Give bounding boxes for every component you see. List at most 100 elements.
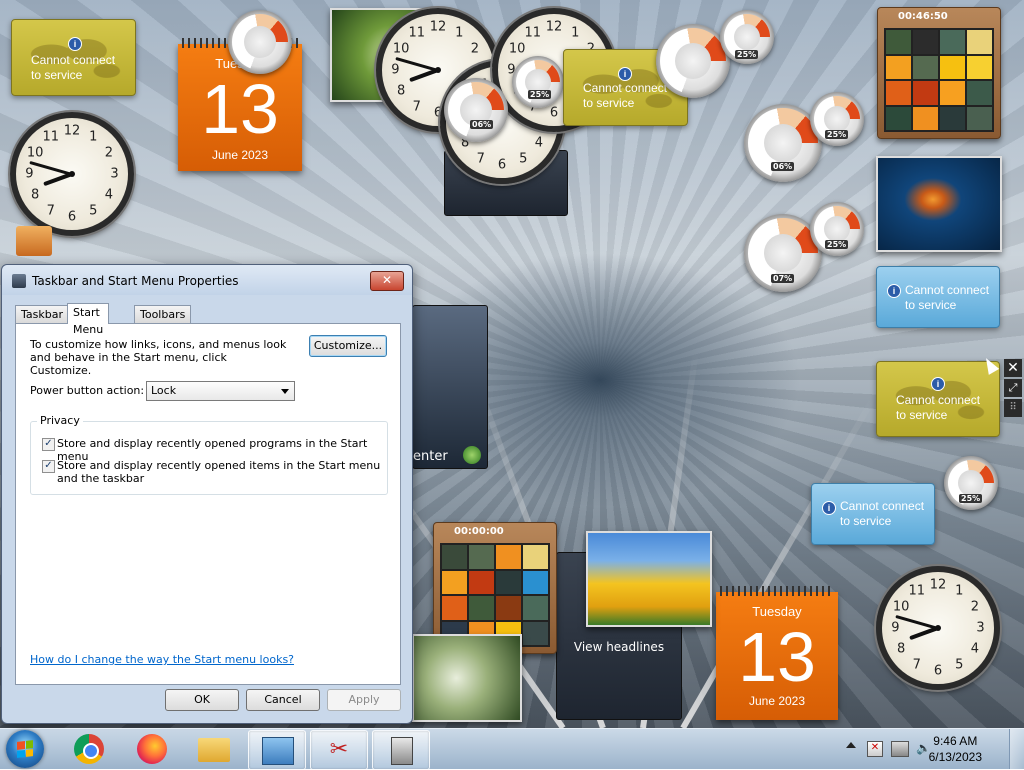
power-button-select[interactable]: Lock xyxy=(146,381,295,401)
windows-flag-icon xyxy=(17,740,33,758)
meter-core xyxy=(958,470,984,496)
taskbar-properties-window[interactable] xyxy=(372,730,430,770)
puzzle-grid[interactable] xyxy=(440,543,550,647)
gadget-close-icon[interactable]: ✕ xyxy=(1004,359,1022,377)
taskbar-properties-icon xyxy=(391,737,413,765)
meter-label: 25% xyxy=(825,240,849,249)
clock-numeral: 1 xyxy=(955,583,964,599)
clock-numeral: 11 xyxy=(408,25,425,41)
network-icon[interactable] xyxy=(891,741,909,757)
meter-core xyxy=(824,216,850,242)
info-icon: i xyxy=(931,377,945,391)
cannot-connect-gadget[interactable]: i Cannot connect to service xyxy=(11,19,136,96)
cannot-connect-gadget[interactable]: i Cannot connect to service xyxy=(876,266,1000,328)
control-panel-icon xyxy=(262,737,294,765)
clock-numeral: 7 xyxy=(476,151,485,167)
clock-numeral: 9 xyxy=(25,166,34,182)
clock-numeral: 2 xyxy=(104,145,113,161)
customize-button[interactable]: Customize... xyxy=(309,335,387,357)
ok-button[interactable]: OK xyxy=(165,689,239,711)
dialog-titlebar[interactable]: Taskbar and Start Menu Properties ✕ xyxy=(2,265,412,295)
cpu-meter-gadget[interactable]: 06% xyxy=(444,78,508,142)
meter-label: 06% xyxy=(771,162,795,171)
clock-numeral: 4 xyxy=(104,187,113,203)
clock-numeral: 8 xyxy=(397,83,406,99)
help-link[interactable]: How do I change the way the Start menu l… xyxy=(30,653,294,666)
taskbar: ✂ ✕ 🔈 9:46 AM 6/13/2023 xyxy=(0,728,1024,770)
folder-icon[interactable] xyxy=(16,226,52,256)
start-button[interactable] xyxy=(6,730,44,768)
picture-puzzle-gadget[interactable]: 00:46:50 xyxy=(877,7,1001,139)
dialog-title: Taskbar and Start Menu Properties xyxy=(32,274,239,288)
tray-time: 9:46 AM xyxy=(933,734,978,748)
slideshow-photo[interactable] xyxy=(876,156,1002,252)
clock-numeral: 7 xyxy=(412,99,421,115)
taskbar-snipping-tool[interactable]: ✂ xyxy=(310,730,368,770)
calendar-month-year: June 2023 xyxy=(748,694,806,708)
scissors-icon: ✂ xyxy=(329,737,349,762)
tab-start-menu[interactable]: Start Menu xyxy=(67,303,110,336)
action-center-flag-icon[interactable]: ✕ xyxy=(867,741,883,757)
meter-label: 25% xyxy=(528,90,552,99)
gadget-drag-handle-icon[interactable]: ⠿ xyxy=(1004,399,1022,417)
memory-meter-gadget[interactable]: 25% xyxy=(810,92,864,146)
gadget-resize-icon[interactable]: ⤢ xyxy=(1004,379,1022,397)
calendar-rings xyxy=(720,586,834,596)
recent-items-checkbox[interactable]: ✓ xyxy=(42,460,55,473)
clock-center xyxy=(69,171,75,177)
clock-gadget[interactable]: 12 12 3 45678 9 1011 xyxy=(876,566,1000,690)
clock-numeral: 1 xyxy=(571,25,580,41)
taskbar-chrome[interactable] xyxy=(62,730,118,768)
clock-tray[interactable]: 9:46 AM 6/13/2023 xyxy=(929,733,982,765)
apply-button[interactable]: Apply xyxy=(327,689,401,711)
memory-meter-gadget[interactable]: 25% xyxy=(512,56,564,108)
tab-taskbar[interactable]: Taskbar xyxy=(15,305,69,323)
clock-gadget[interactable]: 12 12 3 45678 9 1011 xyxy=(10,112,134,236)
recent-programs-checkbox[interactable]: ✓ xyxy=(42,438,55,451)
clock-numeral: 3 xyxy=(976,620,985,636)
taskbar-explorer[interactable] xyxy=(186,730,242,768)
close-button[interactable]: ✕ xyxy=(370,271,404,291)
meter-label: 25% xyxy=(959,494,983,503)
gadget-message: Cannot connect to service xyxy=(31,53,116,82)
memory-meter-gadget[interactable]: 25% xyxy=(944,456,998,510)
view-headlines-link[interactable]: View headlines xyxy=(557,640,681,654)
calendar-day: 13 xyxy=(738,618,816,696)
firefox-icon xyxy=(137,734,167,764)
clock-numeral: 12 xyxy=(929,577,947,593)
slideshow-photo[interactable] xyxy=(586,531,712,627)
cancel-button[interactable]: Cancel xyxy=(246,689,320,711)
show-hidden-icons-icon[interactable] xyxy=(846,742,856,748)
clock-numeral: 7 xyxy=(912,657,921,673)
meter-core xyxy=(764,124,802,162)
calendar-weekday: Tuesday xyxy=(752,604,802,619)
cpu-meter-gadget[interactable] xyxy=(656,24,730,98)
clock-numeral: 9 xyxy=(391,62,400,78)
meter-label: 07% xyxy=(771,274,795,283)
cannot-connect-gadget[interactable]: i Cannot connect to service xyxy=(811,483,935,545)
cannot-connect-gadget[interactable]: i Cannot connect to service xyxy=(876,361,1000,437)
folder-icon xyxy=(198,738,230,762)
meter-label: 25% xyxy=(735,50,759,59)
media-center-tile[interactable]: enter xyxy=(412,305,488,469)
taskbar-firefox[interactable] xyxy=(124,730,180,768)
clock-numeral: 4 xyxy=(970,641,979,657)
puzzle-timer: 00:00:00 xyxy=(454,526,504,537)
clock-numeral: 10 xyxy=(508,41,526,57)
calendar-gadget[interactable]: Tuesday 13 June 2023 xyxy=(716,586,838,720)
gadget-message: Cannot connect to service xyxy=(905,283,990,312)
meter-core xyxy=(244,26,276,58)
slideshow-photo[interactable] xyxy=(412,634,522,722)
recent-items-label[interactable]: Store and display recently opened items … xyxy=(57,459,382,485)
clock-numeral: 8 xyxy=(31,187,40,203)
clock-minute-hand xyxy=(895,614,939,630)
memory-meter-gadget[interactable]: 25% xyxy=(720,10,774,64)
clock-minute-hand xyxy=(395,56,439,72)
tab-toolbars[interactable]: Toolbars xyxy=(134,305,192,323)
clock-minute-hand xyxy=(29,160,73,176)
memory-meter-gadget[interactable]: 25% xyxy=(810,202,864,256)
puzzle-grid[interactable] xyxy=(884,28,994,132)
taskbar-control-panel[interactable] xyxy=(248,730,306,770)
cpu-meter-gadget[interactable] xyxy=(228,10,292,74)
show-desktop-button[interactable] xyxy=(1009,729,1024,769)
